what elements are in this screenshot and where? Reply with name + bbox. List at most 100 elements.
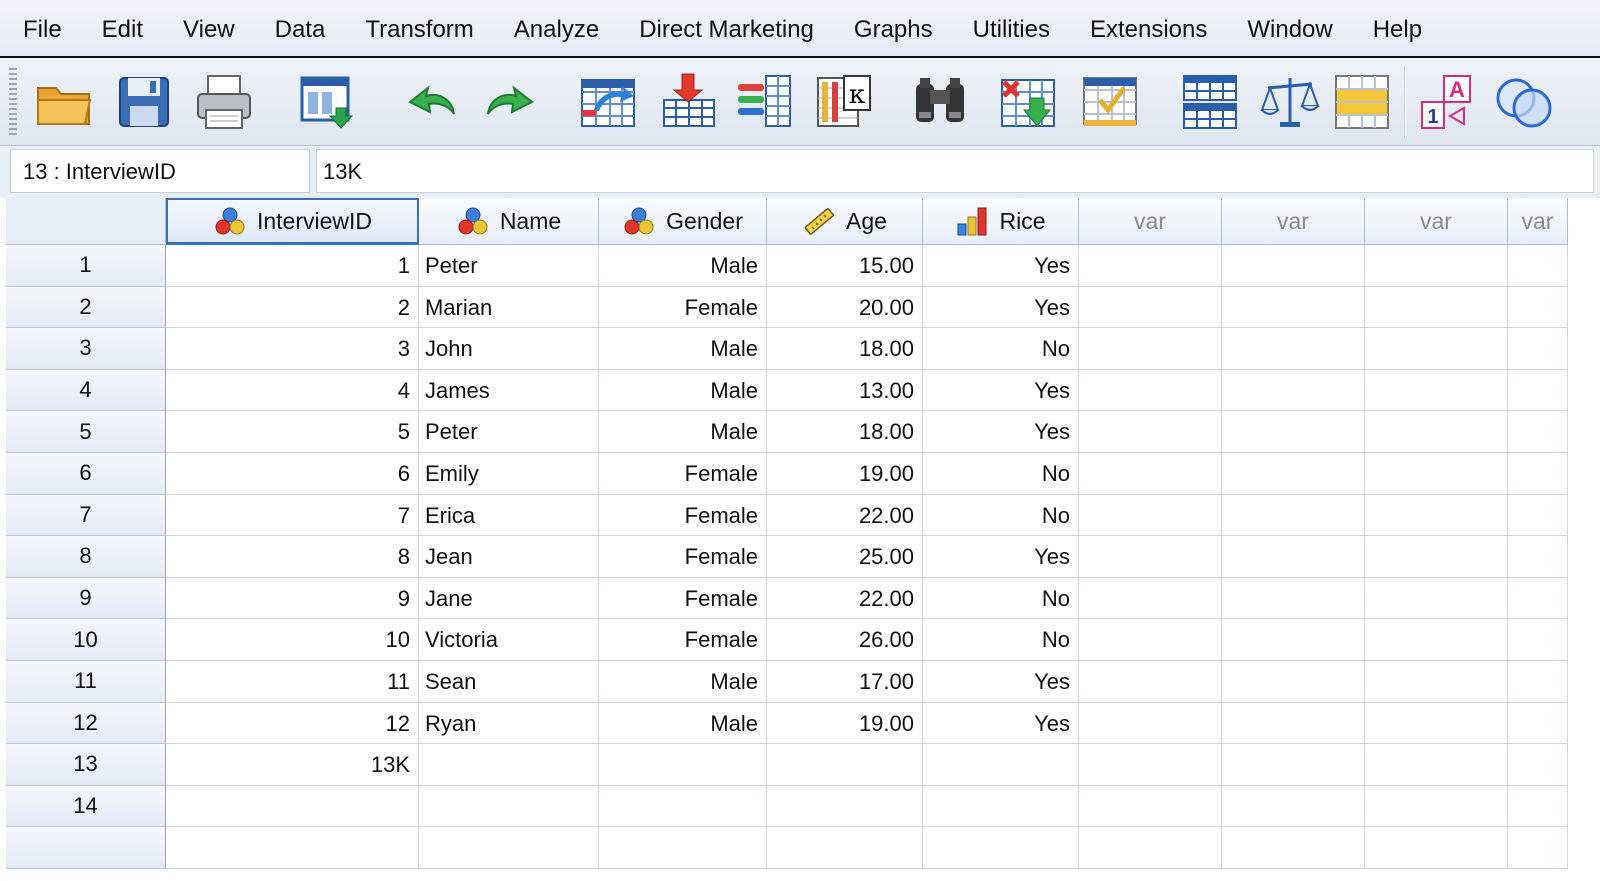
cell-interviewid[interactable]: 11 xyxy=(166,660,419,703)
value-labels-button[interactable]: A1 xyxy=(1412,68,1480,136)
cell-age[interactable]: 18.00 xyxy=(767,411,923,453)
cell-name[interactable] xyxy=(419,785,599,828)
cell-name[interactable] xyxy=(419,744,599,786)
toolbar-grip[interactable] xyxy=(9,68,17,136)
empty-cell[interactable] xyxy=(1079,827,1222,869)
empty-cell[interactable] xyxy=(1079,577,1222,620)
empty-cell[interactable] xyxy=(1508,660,1568,703)
cell-rice[interactable] xyxy=(923,785,1079,828)
empty-cell[interactable] xyxy=(1079,452,1222,495)
insert-variable-button[interactable] xyxy=(1076,68,1144,136)
menu-data[interactable]: Data xyxy=(255,0,346,57)
column-header-empty-var[interactable]: var xyxy=(1508,198,1568,245)
cell-gender[interactable]: Male xyxy=(599,411,767,453)
cell-age[interactable]: 15.00 xyxy=(767,245,923,287)
empty-cell[interactable] xyxy=(1365,494,1508,537)
empty-cell[interactable] xyxy=(1222,577,1365,620)
empty-cell[interactable] xyxy=(1365,827,1508,869)
cell-interviewid[interactable] xyxy=(166,785,419,828)
empty-cell[interactable] xyxy=(1508,744,1568,786)
cell-rice[interactable]: Yes xyxy=(923,411,1079,453)
cell-interviewid[interactable]: 10 xyxy=(166,619,419,661)
empty-cell[interactable] xyxy=(1079,536,1222,578)
cell-rice[interactable]: Yes xyxy=(923,369,1079,412)
cell-interviewid[interactable]: 7 xyxy=(166,494,419,537)
cell-age[interactable] xyxy=(767,744,923,786)
use-variable-sets-button[interactable] xyxy=(1490,68,1558,136)
cell-age[interactable]: 22.00 xyxy=(767,494,923,537)
row-number[interactable]: 11 xyxy=(6,660,166,703)
empty-cell[interactable] xyxy=(1508,369,1568,412)
empty-cell[interactable] xyxy=(1365,411,1508,453)
cell-gender[interactable] xyxy=(599,785,767,828)
empty-cell[interactable] xyxy=(1365,536,1508,578)
cell-age[interactable]: 18.00 xyxy=(767,328,923,370)
variables-button[interactable] xyxy=(730,68,798,136)
split-file-button[interactable] xyxy=(1176,68,1244,136)
empty-cell[interactable] xyxy=(1222,328,1365,370)
cell-value-input[interactable]: 13K xyxy=(316,149,1594,193)
menu-transform[interactable]: Transform xyxy=(345,0,493,57)
empty-cell[interactable] xyxy=(1508,702,1568,745)
column-header-gender[interactable]: Gender xyxy=(599,198,767,245)
cell-gender[interactable]: Female xyxy=(599,536,767,578)
empty-cell[interactable] xyxy=(1365,452,1508,495)
empty-cell[interactable] xyxy=(1365,744,1508,786)
empty-cell[interactable] xyxy=(1222,660,1365,703)
empty-cell[interactable] xyxy=(1222,619,1365,661)
go-to-variable-button[interactable] xyxy=(654,68,722,136)
cell-name[interactable]: Ryan xyxy=(419,702,599,745)
cell-gender[interactable]: Male xyxy=(599,369,767,412)
cell-rice[interactable]: Yes xyxy=(923,702,1079,745)
cell-interviewid[interactable]: 4 xyxy=(166,369,419,412)
empty-cell[interactable] xyxy=(1365,702,1508,745)
cell-age[interactable]: 19.00 xyxy=(767,702,923,745)
cell-interviewid[interactable] xyxy=(166,827,419,869)
menu-analyze[interactable]: Analyze xyxy=(494,0,619,57)
empty-cell[interactable] xyxy=(1365,328,1508,370)
cell-gender[interactable]: Male xyxy=(599,702,767,745)
empty-cell[interactable] xyxy=(1222,702,1365,745)
empty-cell[interactable] xyxy=(1222,452,1365,495)
cell-rice[interactable]: No xyxy=(923,452,1079,495)
cell-rice[interactable]: No xyxy=(923,577,1079,620)
cell-rice[interactable]: Yes xyxy=(923,536,1079,578)
insert-cases-button[interactable] xyxy=(994,68,1062,136)
menu-view[interactable]: View xyxy=(163,0,255,57)
cell-rice[interactable] xyxy=(923,744,1079,786)
empty-cell[interactable] xyxy=(1079,411,1222,453)
grid-corner[interactable] xyxy=(6,198,166,245)
empty-cell[interactable] xyxy=(1222,411,1365,453)
menu-extensions[interactable]: Extensions xyxy=(1070,0,1227,57)
cell-gender[interactable]: Male xyxy=(599,328,767,370)
empty-cell[interactable] xyxy=(1079,744,1222,786)
cell-rice[interactable]: Yes xyxy=(923,245,1079,287)
open-data-button[interactable] xyxy=(30,68,98,136)
cell-name[interactable] xyxy=(419,827,599,869)
column-header-empty-var[interactable]: var xyxy=(1365,198,1508,245)
row-number[interactable] xyxy=(6,827,166,869)
cell-age[interactable] xyxy=(767,785,923,828)
empty-cell[interactable] xyxy=(1079,702,1222,745)
cell-name[interactable]: Peter xyxy=(419,245,599,287)
empty-cell[interactable] xyxy=(1365,660,1508,703)
row-number[interactable]: 2 xyxy=(6,286,166,329)
empty-cell[interactable] xyxy=(1508,328,1568,370)
row-number[interactable]: 8 xyxy=(6,536,166,578)
cell-age[interactable]: 22.00 xyxy=(767,577,923,620)
cell-age[interactable]: 26.00 xyxy=(767,619,923,661)
cell-name[interactable]: Jean xyxy=(419,536,599,578)
empty-cell[interactable] xyxy=(1222,245,1365,287)
menu-window[interactable]: Window xyxy=(1227,0,1352,57)
cell-gender[interactable] xyxy=(599,744,767,786)
empty-cell[interactable] xyxy=(1365,577,1508,620)
empty-cell[interactable] xyxy=(1365,619,1508,661)
cell-gender[interactable]: Female xyxy=(599,494,767,537)
row-number[interactable]: 6 xyxy=(6,452,166,495)
recall-dialog-button[interactable] xyxy=(294,68,362,136)
cell-interviewid[interactable]: 12 xyxy=(166,702,419,745)
row-number[interactable]: 1 xyxy=(6,245,166,287)
menu-edit[interactable]: Edit xyxy=(82,0,163,57)
row-number[interactable]: 4 xyxy=(6,369,166,412)
cell-interviewid[interactable]: 8 xyxy=(166,536,419,578)
